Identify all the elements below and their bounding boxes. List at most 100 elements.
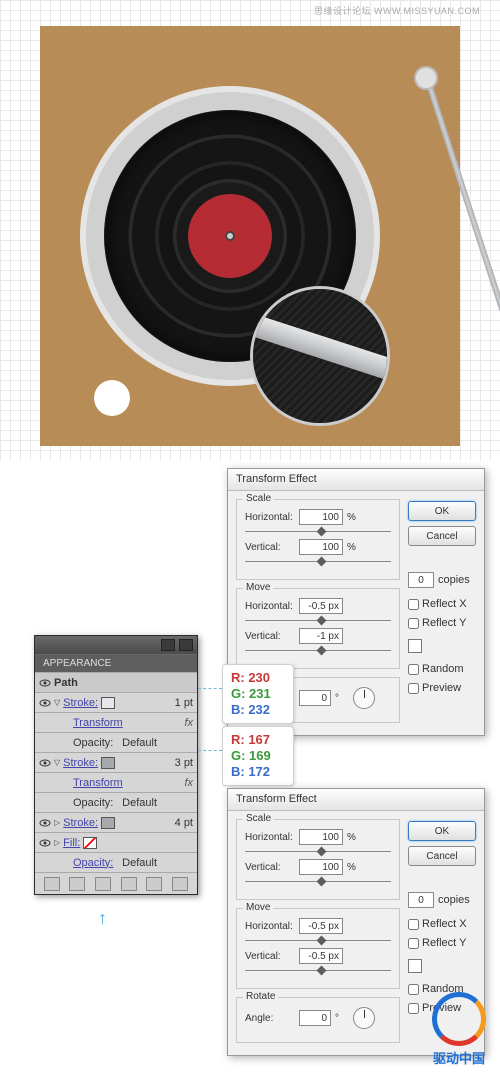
scale-h-label: Horizontal: xyxy=(245,512,295,523)
move-h-slider[interactable] xyxy=(245,617,391,624)
fx-add-icon[interactable] xyxy=(95,877,111,891)
duplicate-icon[interactable] xyxy=(146,877,162,891)
disclosure-icon[interactable]: ▷ xyxy=(54,818,60,827)
opacity-row-1[interactable]: Opacity: Default xyxy=(35,732,197,752)
tonearm-pivot xyxy=(414,66,438,90)
visibility-icon[interactable] xyxy=(39,837,51,849)
registration-icon[interactable] xyxy=(408,639,422,653)
scale-v-input[interactable] xyxy=(299,859,343,875)
opacity-row-3[interactable]: Opacity: Default xyxy=(35,852,197,872)
stroke-swatch-2[interactable] xyxy=(101,757,115,769)
stroke-swatch-3[interactable] xyxy=(101,817,115,829)
move-h-input[interactable] xyxy=(299,918,343,934)
ok-button[interactable]: OK xyxy=(408,501,476,521)
tonearm xyxy=(424,77,500,345)
stroke-link[interactable]: Stroke: xyxy=(63,697,98,709)
clear-icon[interactable] xyxy=(121,877,137,891)
visibility-icon[interactable] xyxy=(39,757,51,769)
stroke-row-2[interactable]: ▽ Stroke: 3 pt xyxy=(35,752,197,772)
reflect-x-checkbox[interactable]: Reflect X xyxy=(408,918,476,930)
fill-link[interactable]: Fill: xyxy=(63,837,80,849)
callout-line-1 xyxy=(198,688,222,689)
control-knob xyxy=(94,380,130,416)
visibility-icon[interactable] xyxy=(39,697,51,709)
scale-h-input[interactable] xyxy=(299,509,343,525)
new-fill-icon[interactable] xyxy=(69,877,85,891)
callout-line-2 xyxy=(198,750,222,751)
angle-dial[interactable] xyxy=(353,687,375,709)
stroke-row-3[interactable]: ▷ Stroke: 4 pt xyxy=(35,812,197,832)
scale-h-slider[interactable] xyxy=(245,848,391,855)
disclosure-icon[interactable]: ▷ xyxy=(54,838,60,847)
stroke-link[interactable]: Stroke: xyxy=(63,817,98,829)
menu-icon[interactable] xyxy=(179,639,193,651)
opacity-row-2[interactable]: Opacity: Default xyxy=(35,792,197,812)
rgb-callout-1: R: 230 G: 231 B: 232 xyxy=(222,664,294,724)
copies-input[interactable] xyxy=(408,572,434,588)
disclosure-icon[interactable]: ▽ xyxy=(54,758,60,767)
transform-row-2[interactable]: Transformfx xyxy=(35,772,197,792)
move-h-input[interactable] xyxy=(299,598,343,614)
copies-label: copies xyxy=(438,574,470,586)
angle-dial[interactable] xyxy=(353,1007,375,1029)
visibility-icon[interactable] xyxy=(39,817,51,829)
stroke-weight-2[interactable]: 3 pt xyxy=(175,757,193,769)
cancel-button[interactable]: Cancel xyxy=(408,526,476,546)
dialog-title: Transform Effect xyxy=(228,469,484,491)
fill-swatch-none[interactable] xyxy=(83,837,97,849)
ok-button[interactable]: OK xyxy=(408,821,476,841)
disclosure-icon[interactable]: ▽ xyxy=(54,698,60,707)
logo-text: 驱动中国 xyxy=(432,1048,486,1067)
scale-h-slider[interactable] xyxy=(245,528,391,535)
fill-row[interactable]: ▷ Fill: xyxy=(35,832,197,852)
registration-icon[interactable] xyxy=(408,959,422,973)
reflect-y-checkbox[interactable]: Reflect Y xyxy=(408,617,476,629)
panels-area: Transform Effect Scale Horizontal:% Vert… xyxy=(0,460,500,1075)
angle-input[interactable] xyxy=(299,690,331,706)
angle-input[interactable] xyxy=(299,1010,331,1026)
stroke-weight-1[interactable]: 1 pt xyxy=(175,697,193,709)
copies-label: copies xyxy=(438,894,470,906)
panel-footer xyxy=(35,872,197,894)
move-v-input[interactable] xyxy=(299,628,343,644)
fx-icon[interactable]: fx xyxy=(184,777,193,789)
scale-v-slider[interactable] xyxy=(245,558,391,565)
reflect-y-checkbox[interactable]: Reflect Y xyxy=(408,937,476,949)
scale-label: Scale xyxy=(243,493,274,504)
copies-input[interactable] xyxy=(408,892,434,908)
panel-header[interactable] xyxy=(35,636,197,654)
new-stroke-icon[interactable] xyxy=(44,877,60,891)
move-v-input[interactable] xyxy=(299,948,343,964)
dialog-title: Transform Effect xyxy=(228,789,484,811)
transform-row-1[interactable]: Transformfx xyxy=(35,712,197,732)
watermark-text: 思缘设计论坛 WWW.MISSYUAN.COM xyxy=(314,4,480,17)
visibility-icon[interactable] xyxy=(39,677,51,689)
collapse-icon[interactable] xyxy=(161,639,175,651)
panel-title: APPEARANCE xyxy=(35,654,197,672)
random-checkbox[interactable]: Random xyxy=(408,663,476,675)
move-label: Move xyxy=(243,902,273,913)
scale-v-input[interactable] xyxy=(299,539,343,555)
scale-h-input[interactable] xyxy=(299,829,343,845)
scale-v-label: Vertical: xyxy=(245,542,295,553)
scale-v-slider[interactable] xyxy=(245,878,391,885)
cancel-button[interactable]: Cancel xyxy=(408,846,476,866)
scale-label: Scale xyxy=(243,813,274,824)
pointer-arrow-icon: ↑ xyxy=(98,908,107,929)
rotate-group: Rotate Angle:° xyxy=(236,997,400,1043)
move-h-label: Horizontal: xyxy=(245,601,295,612)
illustration-area: 思缘设计论坛 WWW.MISSYUAN.COM xyxy=(0,0,500,460)
stroke-row-1[interactable]: ▽ Stroke: 1 pt xyxy=(35,692,197,712)
stroke-swatch-1[interactable] xyxy=(101,697,115,709)
path-row[interactable]: Path xyxy=(35,672,197,692)
reflect-x-checkbox[interactable]: Reflect X xyxy=(408,598,476,610)
spindle xyxy=(225,231,235,241)
trash-icon[interactable] xyxy=(172,877,188,891)
preview-checkbox[interactable]: Preview xyxy=(408,682,476,694)
move-v-slider[interactable] xyxy=(245,967,391,974)
fx-icon[interactable]: fx xyxy=(184,717,193,729)
stroke-link[interactable]: Stroke: xyxy=(63,757,98,769)
stroke-weight-3[interactable]: 4 pt xyxy=(175,817,193,829)
move-h-slider[interactable] xyxy=(245,937,391,944)
move-v-slider[interactable] xyxy=(245,647,391,654)
